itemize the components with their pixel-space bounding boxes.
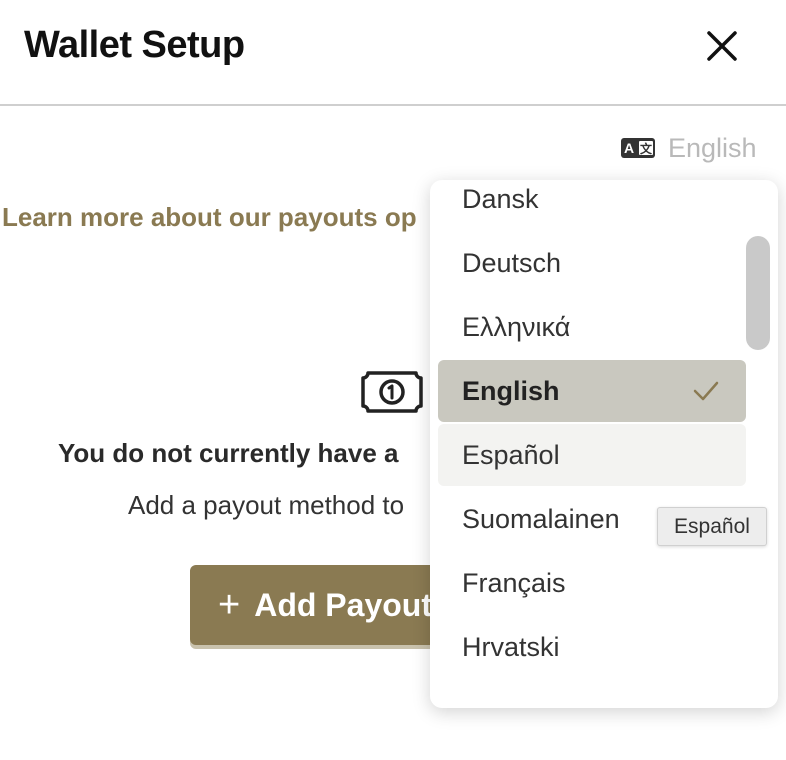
- option-label: Ελληνικά: [462, 311, 571, 342]
- option-label: Suomalainen: [462, 503, 620, 534]
- checkmark-icon: [693, 381, 719, 401]
- option-label: English: [462, 375, 560, 406]
- svg-text:文: 文: [640, 141, 653, 156]
- language-option-dansk[interactable]: Dansk: [438, 180, 746, 230]
- add-payout-label: Add Payout: [254, 586, 432, 623]
- tooltip: Español: [657, 507, 767, 546]
- close-icon: [707, 31, 737, 61]
- language-option-francais[interactable]: Français: [438, 552, 746, 614]
- scrollbar-thumb[interactable]: [746, 236, 770, 350]
- svg-text:A: A: [624, 140, 634, 156]
- page-header: Wallet Setup: [0, 0, 786, 106]
- option-label: Deutsch: [462, 247, 562, 278]
- option-label: Español: [462, 439, 560, 470]
- empty-state-title: You do not currently have a: [58, 438, 399, 468]
- language-option-deutsch[interactable]: Deutsch: [438, 232, 746, 294]
- close-button[interactable]: [700, 24, 744, 68]
- translate-icon: A 文: [621, 138, 655, 158]
- language-dropdown: Dansk Deutsch Ελληνικά English Español S…: [430, 180, 778, 708]
- option-label: Dansk: [462, 183, 539, 214]
- current-language-label: English: [668, 132, 757, 163]
- plus-icon: +: [218, 584, 241, 626]
- dropdown-scrollbar[interactable]: [746, 236, 770, 350]
- language-option-english[interactable]: English: [438, 360, 746, 422]
- learn-more-link[interactable]: Learn more about our payouts op: [2, 202, 417, 233]
- option-label: Hrvatski: [462, 631, 560, 662]
- money-bill-icon: [361, 371, 423, 413]
- language-option-hrvatski[interactable]: Hrvatski: [438, 616, 746, 678]
- option-label: Français: [462, 567, 566, 598]
- language-option-greek[interactable]: Ελληνικά: [438, 296, 746, 358]
- language-option-espanol[interactable]: Español: [438, 424, 746, 486]
- language-selector[interactable]: A 文 English: [620, 130, 757, 166]
- page-title: Wallet Setup: [24, 24, 245, 66]
- empty-state-subtitle: Add a payout method to: [128, 490, 405, 520]
